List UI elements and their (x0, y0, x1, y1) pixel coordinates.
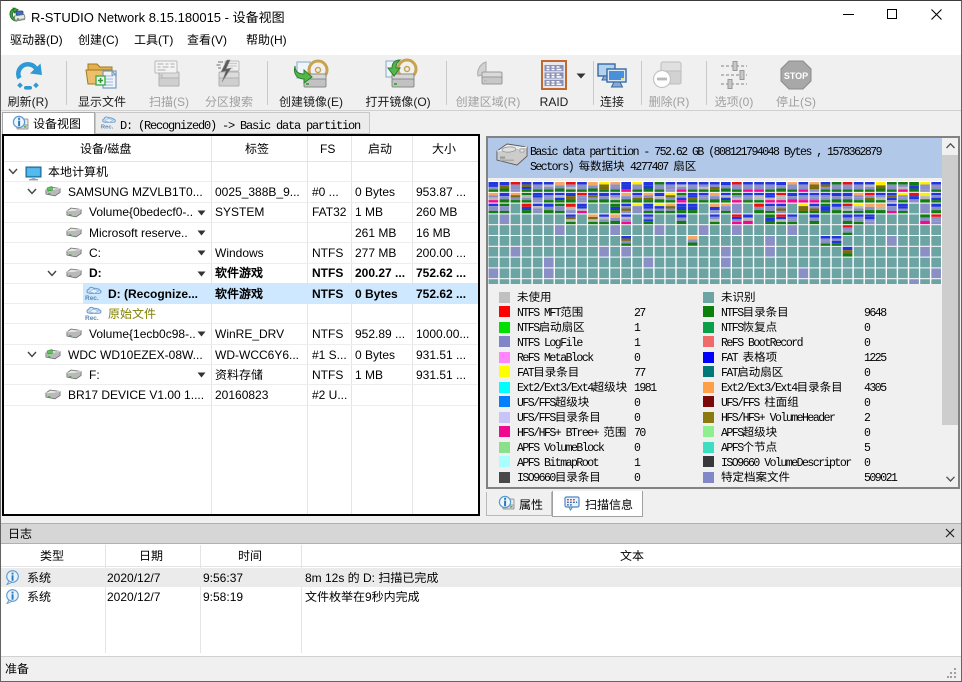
svg-text:Rec.: Rec. (85, 315, 99, 321)
svg-text:Rec.: Rec. (85, 295, 99, 301)
svg-text:STOP: STOP (784, 71, 808, 81)
svg-text:Rec.: Rec. (101, 124, 114, 129)
